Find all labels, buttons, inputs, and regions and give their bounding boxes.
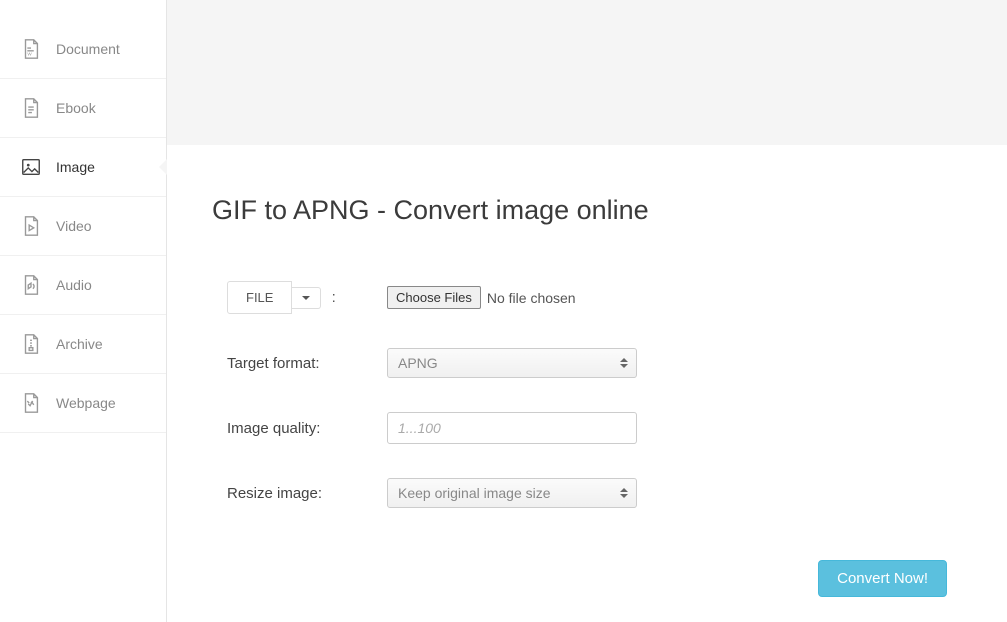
sidebar-item-label: Video [56, 218, 92, 234]
colon-label: : [332, 289, 336, 306]
file-dropdown-caret[interactable] [292, 287, 321, 309]
convert-button[interactable]: Convert Now! [818, 560, 947, 597]
resize-image-select[interactable]: Keep original image size [387, 478, 637, 508]
document-icon: W [20, 38, 42, 60]
sidebar-item-label: Document [56, 41, 120, 57]
webpage-icon [20, 392, 42, 414]
target-format-label: Target format: [227, 355, 387, 372]
ebook-icon [20, 97, 42, 119]
svg-text:W: W [27, 51, 32, 56]
caret-down-icon [302, 296, 310, 300]
target-format-value: APNG [398, 355, 438, 371]
select-arrows-icon [620, 488, 628, 498]
sidebar-item-label: Webpage [56, 395, 116, 411]
select-arrows-icon [620, 358, 628, 368]
sidebar-item-ebook[interactable]: Ebook [0, 79, 166, 138]
sidebar: W Document Ebook Image Video Au [0, 0, 167, 622]
content-panel: GIF to APNG - Convert image online FILE … [167, 145, 1007, 622]
sidebar-item-audio[interactable]: Audio [0, 256, 166, 315]
sidebar-item-label: Ebook [56, 100, 96, 116]
choose-files-button[interactable]: Choose Files [387, 286, 481, 309]
file-button[interactable]: FILE [227, 281, 292, 314]
sidebar-item-label: Archive [56, 336, 103, 352]
resize-image-value: Keep original image size [398, 485, 551, 501]
audio-icon [20, 274, 42, 296]
target-format-select[interactable]: APNG [387, 348, 637, 378]
image-quality-input[interactable] [387, 412, 637, 444]
file-chosen-status: No file chosen [487, 290, 576, 306]
archive-icon [20, 333, 42, 355]
video-icon [20, 215, 42, 237]
image-icon [20, 156, 42, 178]
ad-spacer [167, 0, 1007, 145]
sidebar-item-label: Image [56, 159, 95, 175]
sidebar-item-label: Audio [56, 277, 92, 293]
file-source-control: FILE : [227, 281, 387, 314]
sidebar-item-archive[interactable]: Archive [0, 315, 166, 374]
sidebar-item-document[interactable]: W Document [0, 20, 166, 79]
image-quality-label: Image quality: [227, 420, 387, 437]
sidebar-item-webpage[interactable]: Webpage [0, 374, 166, 433]
sidebar-item-image[interactable]: Image [0, 138, 166, 197]
resize-image-label: Resize image: [227, 485, 387, 502]
page-title: GIF to APNG - Convert image online [212, 195, 962, 226]
sidebar-item-video[interactable]: Video [0, 197, 166, 256]
